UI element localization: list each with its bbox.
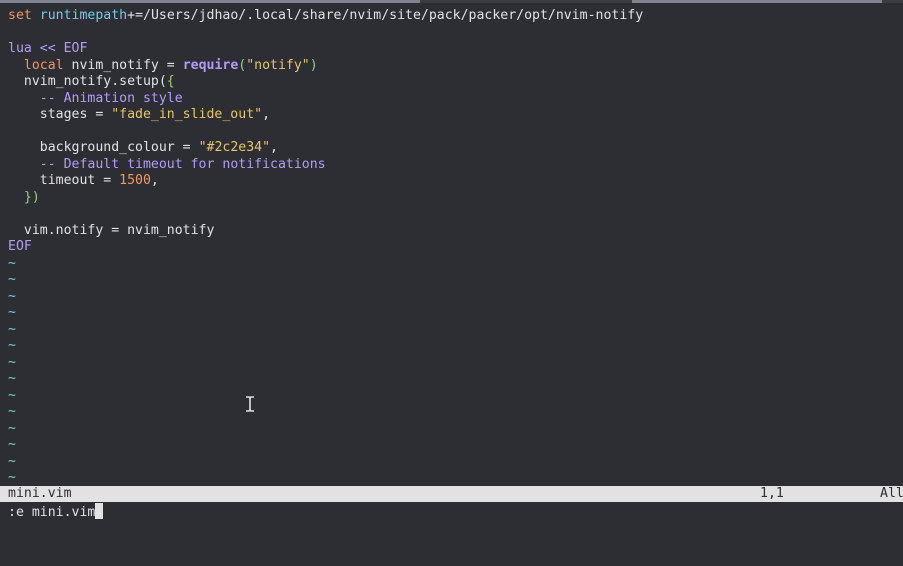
i-beam-icon — [246, 396, 254, 412]
text-buffer[interactable]: set runtimepath+=/Users/jdhao/.local/sha… — [8, 8, 903, 487]
code-token: ) — [31, 189, 40, 205]
code-token: nvim_notify = — [63, 57, 183, 73]
status-filename: mini.vim — [8, 486, 72, 501]
empty-line-tilde: ~ — [8, 288, 16, 304]
empty-line-tilde: ~ — [8, 305, 16, 320]
code-token: nvim_notify.setup( — [8, 74, 167, 89]
code-line[interactable]: EOF — [8, 239, 903, 256]
empty-line-tilde: ~ — [8, 437, 16, 452]
code-line[interactable]: background_colour = "#2c2e34", — [8, 140, 903, 157]
command-text[interactable]: :e mini.vim — [8, 505, 95, 520]
code-line[interactable] — [8, 25, 903, 42]
code-token: "#2c2e34" — [198, 140, 271, 155]
code-token: , — [150, 173, 159, 188]
code-token: , — [270, 140, 278, 155]
empty-line-tilde: ~ — [8, 470, 16, 485]
code-token: "fade_in_slide_out" — [111, 107, 263, 122]
vim-editor[interactable]: set runtimepath+=/Users/jdhao/.local/sha… — [0, 0, 903, 527]
code-token: background_colour = — [8, 140, 199, 155]
empty-line-tilde: ~ — [8, 338, 16, 353]
text-cursor — [95, 503, 104, 519]
code-line[interactable]: timeout = 1500, — [8, 173, 903, 190]
code-token: } — [23, 189, 32, 205]
code-token: vim.notify = nvim_notify — [8, 222, 215, 238]
code-token: { — [166, 74, 175, 89]
code-token: 1500 — [119, 173, 151, 188]
code-line[interactable]: stages = "fade_in_slide_out", — [8, 107, 903, 124]
empty-line-tilde: ~ — [8, 255, 16, 271]
code-line[interactable]: -- Animation style — [8, 91, 903, 108]
empty-line-tilde: ~ — [8, 420, 16, 436]
empty-line-tilde: ~ — [8, 272, 16, 287]
code-line[interactable]: -- Default timeout for notifications — [8, 157, 903, 174]
command-line[interactable]: :e mini.vim — [0, 503, 903, 521]
code-token: ) — [309, 57, 318, 73]
code-token: stages = — [8, 107, 112, 122]
empty-line-tilde: ~ — [8, 404, 16, 419]
code-token: lua << EOF — [8, 41, 88, 56]
code-line[interactable] — [8, 124, 903, 141]
empty-line-tilde: ~ — [8, 321, 16, 337]
empty-line-tilde: ~ — [8, 354, 16, 370]
code-token: "notify" — [246, 57, 310, 73]
status-scroll-percent: All — [880, 486, 903, 501]
code-token: require — [182, 57, 239, 73]
code-token: , — [262, 107, 271, 122]
code-token: -- Default timeout for notifications — [39, 156, 326, 172]
code-token: -- Animation style — [39, 90, 183, 106]
code-line[interactable]: lua << EOF — [8, 41, 903, 58]
code-line[interactable]: vim.notify = nvim_notify — [8, 223, 903, 240]
window-top-strip — [0, 0, 903, 3]
empty-line-tilde: ~ — [8, 387, 16, 403]
code-token: runtimepath — [39, 8, 128, 23]
empty-line-tilde: ~ — [8, 453, 16, 469]
status-cursor-position: 1,1 — [760, 486, 784, 501]
code-line[interactable] — [8, 206, 903, 223]
status-line: mini.vim 1,1 All — [0, 486, 903, 502]
code-line[interactable]: local nvim_notify = require("notify") — [8, 58, 903, 75]
code-token: +=/Users/jdhao/.local/share/nvim/site/pa… — [127, 8, 644, 23]
code-line[interactable]: }) — [8, 190, 903, 207]
code-line[interactable]: nvim_notify.setup({ — [8, 74, 903, 91]
empty-line-tilde: ~ — [8, 371, 16, 386]
code-line[interactable]: set runtimepath+=/Users/jdhao/.local/sha… — [8, 8, 903, 25]
code-token: EOF — [8, 239, 32, 254]
code-token: local — [23, 57, 64, 73]
code-token: timeout = — [8, 173, 120, 188]
code-token: set — [8, 8, 32, 23]
